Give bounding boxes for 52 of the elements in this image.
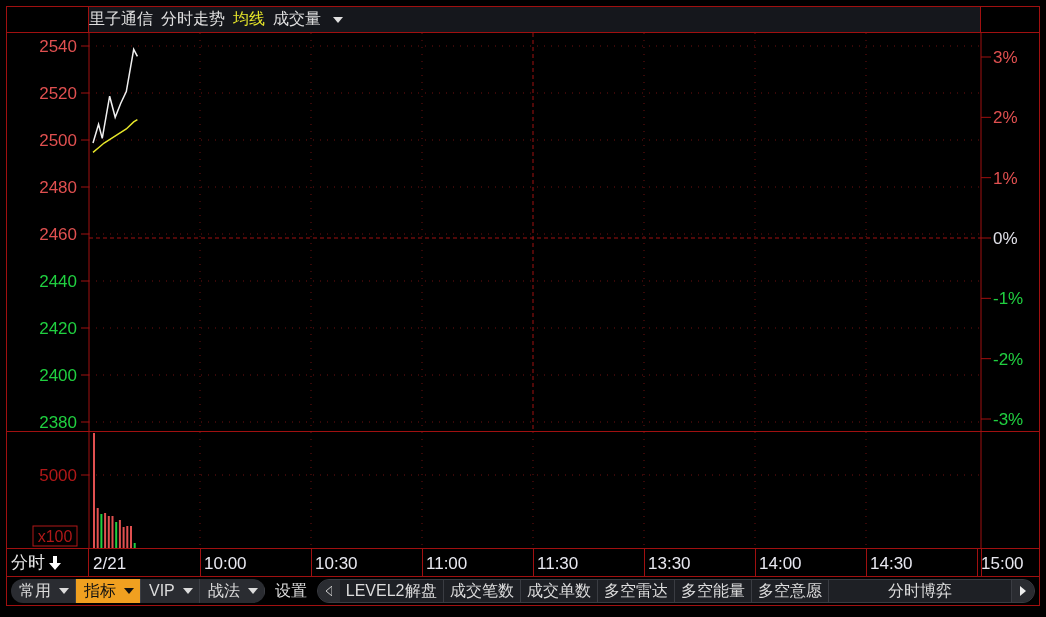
price-axis-label: 2480 — [39, 178, 77, 197]
time-tick-label: 15:00 — [981, 554, 1024, 574]
caret-right-icon — [1020, 586, 1026, 596]
time-tick-label: 2/21 — [93, 554, 127, 574]
price-axis-label: 2460 — [39, 225, 77, 244]
caret-icon — [124, 588, 134, 594]
panel-tab[interactable]: 多空意愿 — [751, 580, 829, 602]
time-tick-label: 10:30 — [315, 554, 358, 574]
price-axis-label: 2500 — [39, 131, 77, 150]
time-tick-label: 13:30 — [648, 554, 691, 574]
percent-axis-label: 1% — [993, 168, 1018, 188]
price-axis-label: 2440 — [39, 272, 77, 291]
caret-icon — [247, 588, 258, 594]
view-title: 分时走势 — [161, 9, 225, 29]
scroll-left-button[interactable] — [317, 580, 340, 602]
panel-tab[interactable]: 多空能量 — [674, 580, 752, 602]
price-axis-label: 2520 — [39, 84, 77, 103]
time-tick-label: 14:30 — [870, 554, 913, 574]
stock-name: 里子通信 — [89, 9, 153, 29]
percent-axis-label: -1% — [993, 289, 1024, 309]
time-axis-label: 分时 — [11, 552, 45, 574]
menu-button[interactable]: VIP — [141, 579, 200, 603]
price-axis-label: 2380 — [39, 413, 77, 431]
dropdown-caret-icon[interactable] — [333, 16, 343, 23]
percent-axis-label: 3% — [993, 48, 1018, 67]
time-tick-label: 11:30 — [537, 554, 579, 574]
price-axis-label: 2400 — [39, 366, 77, 385]
price-axis-label: 2540 — [39, 37, 77, 56]
panel-tab[interactable]: 多空雷达 — [597, 580, 675, 602]
volume-axis-label: 5000 — [39, 466, 77, 485]
legend-label: 均线 — [233, 9, 265, 29]
time-tick-label: 11:00 — [426, 554, 468, 574]
scroll-right-button[interactable] — [1012, 580, 1034, 602]
menu-button[interactable]: 指标 — [76, 579, 141, 603]
percent-axis-label: 2% — [993, 108, 1018, 128]
caret-icon — [182, 588, 193, 594]
panel-tab[interactable]: 成交单数 — [520, 580, 598, 602]
panel-tab[interactable]: 成交笔数 — [443, 580, 521, 602]
settings-button[interactable]: 设置 — [270, 580, 311, 602]
time-tick-label: 14:00 — [759, 554, 802, 574]
unit-label: x100 — [32, 525, 78, 547]
time-tick-label: 10:00 — [204, 554, 247, 574]
price-axis-label: 2420 — [39, 319, 77, 338]
caret-left-icon — [325, 586, 332, 596]
caret-icon — [59, 588, 69, 594]
menu-button[interactable]: 战法 — [199, 579, 265, 603]
percent-axis-label: -2% — [993, 349, 1024, 369]
panel-tab[interactable]: LEVEL2解盘 — [339, 580, 444, 602]
percent-axis-label: 0% — [993, 229, 1018, 248]
percent-axis-label: -3% — [993, 410, 1024, 429]
legend-label: 成交量 — [273, 9, 321, 29]
down-arrow-icon[interactable] — [49, 555, 61, 570]
